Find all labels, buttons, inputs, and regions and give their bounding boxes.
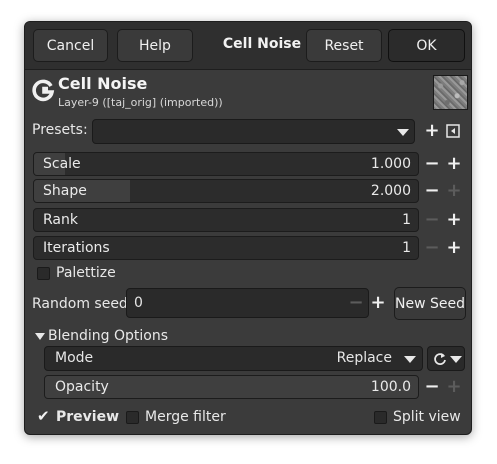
- scale-plus-button[interactable]: +: [445, 155, 463, 173]
- shape-label: Shape: [43, 183, 87, 199]
- dialog-header: Cancel Help Cell Noise Reset OK: [25, 22, 471, 70]
- preset-menu-icon[interactable]: [446, 124, 460, 138]
- cancel-button[interactable]: Cancel: [33, 29, 108, 62]
- shape-minus-button[interactable]: −: [423, 182, 441, 200]
- opacity-minus-button[interactable]: −: [423, 378, 441, 396]
- random-seed-input[interactable]: 0: [126, 288, 369, 318]
- rank-minus-button[interactable]: −: [423, 211, 441, 229]
- presets-combo[interactable]: [92, 119, 415, 144]
- chevron-down-icon: [397, 129, 409, 136]
- seed-plus-button[interactable]: +: [369, 294, 387, 312]
- expander-arrow-icon[interactable]: [35, 333, 45, 340]
- blend-mode-combo[interactable]: Mode Replace: [44, 346, 423, 371]
- chevron-down-icon: [450, 356, 462, 363]
- mode-value: Replace: [336, 350, 392, 366]
- scale-minus-button[interactable]: −: [423, 155, 441, 173]
- mode-label: Mode: [55, 350, 94, 366]
- scale-label: Scale: [43, 156, 81, 172]
- iterations-label: Iterations: [43, 240, 110, 256]
- rank-value: 1: [402, 212, 411, 228]
- add-preset-icon[interactable]: +: [423, 122, 441, 140]
- opacity-value: 100.0: [370, 379, 411, 395]
- opacity-label: Opacity: [55, 379, 109, 395]
- scale-value: 1.000: [370, 156, 411, 172]
- shape-plus-button[interactable]: +: [445, 182, 463, 200]
- iterations-minus-button[interactable]: −: [423, 239, 441, 257]
- gimp-operation-icon: [32, 79, 55, 102]
- operation-subtitle: Layer-9 ([taj_orig] (imported)): [58, 96, 223, 109]
- random-seed-label: Random seed: [32, 296, 128, 312]
- cell-noise-dialog: Cancel Help Cell Noise Reset OK Cell Noi…: [24, 21, 472, 435]
- preview-label[interactable]: Preview: [56, 409, 119, 425]
- operation-title: Cell Noise: [58, 74, 148, 93]
- rank-label: Rank: [43, 212, 78, 228]
- iterations-plus-button[interactable]: +: [445, 239, 463, 257]
- help-button[interactable]: Help: [117, 29, 193, 62]
- ok-button[interactable]: OK: [388, 29, 465, 62]
- composite-mode-combo[interactable]: [427, 346, 465, 371]
- new-seed-button[interactable]: New Seed: [394, 287, 466, 320]
- chevron-down-icon: [404, 356, 416, 363]
- blending-options-label[interactable]: Blending Options: [48, 328, 168, 344]
- palettize-checkbox[interactable]: [37, 267, 50, 280]
- random-seed-value: 0: [134, 295, 143, 311]
- merge-filter-label: Merge filter: [145, 409, 226, 425]
- dialog-title: Cell Noise: [222, 36, 302, 52]
- split-view-checkbox[interactable]: [374, 411, 387, 424]
- rank-plus-button[interactable]: +: [445, 211, 463, 229]
- merge-filter-checkbox[interactable]: [126, 411, 139, 424]
- palettize-label: Palettize: [56, 265, 116, 281]
- iterations-value: 1: [402, 240, 411, 256]
- reset-button[interactable]: Reset: [306, 29, 382, 62]
- opacity-slider[interactable]: Opacity 100.0: [44, 375, 419, 399]
- rank-slider[interactable]: Rank 1: [33, 208, 419, 232]
- shape-value: 2.000: [370, 183, 411, 199]
- layer-thumbnail: [433, 75, 468, 110]
- opacity-plus-button[interactable]: +: [445, 378, 463, 396]
- preview-check-icon[interactable]: ✔: [37, 409, 50, 424]
- scale-slider[interactable]: Scale 1.000: [33, 152, 419, 176]
- composite-mode-icon: [434, 353, 446, 365]
- seed-minus-button[interactable]: −: [347, 294, 365, 312]
- iterations-slider[interactable]: Iterations 1: [33, 236, 419, 260]
- split-view-label: Split view: [393, 409, 461, 425]
- shape-slider[interactable]: Shape 2.000: [33, 179, 419, 203]
- presets-label: Presets:: [32, 122, 88, 138]
